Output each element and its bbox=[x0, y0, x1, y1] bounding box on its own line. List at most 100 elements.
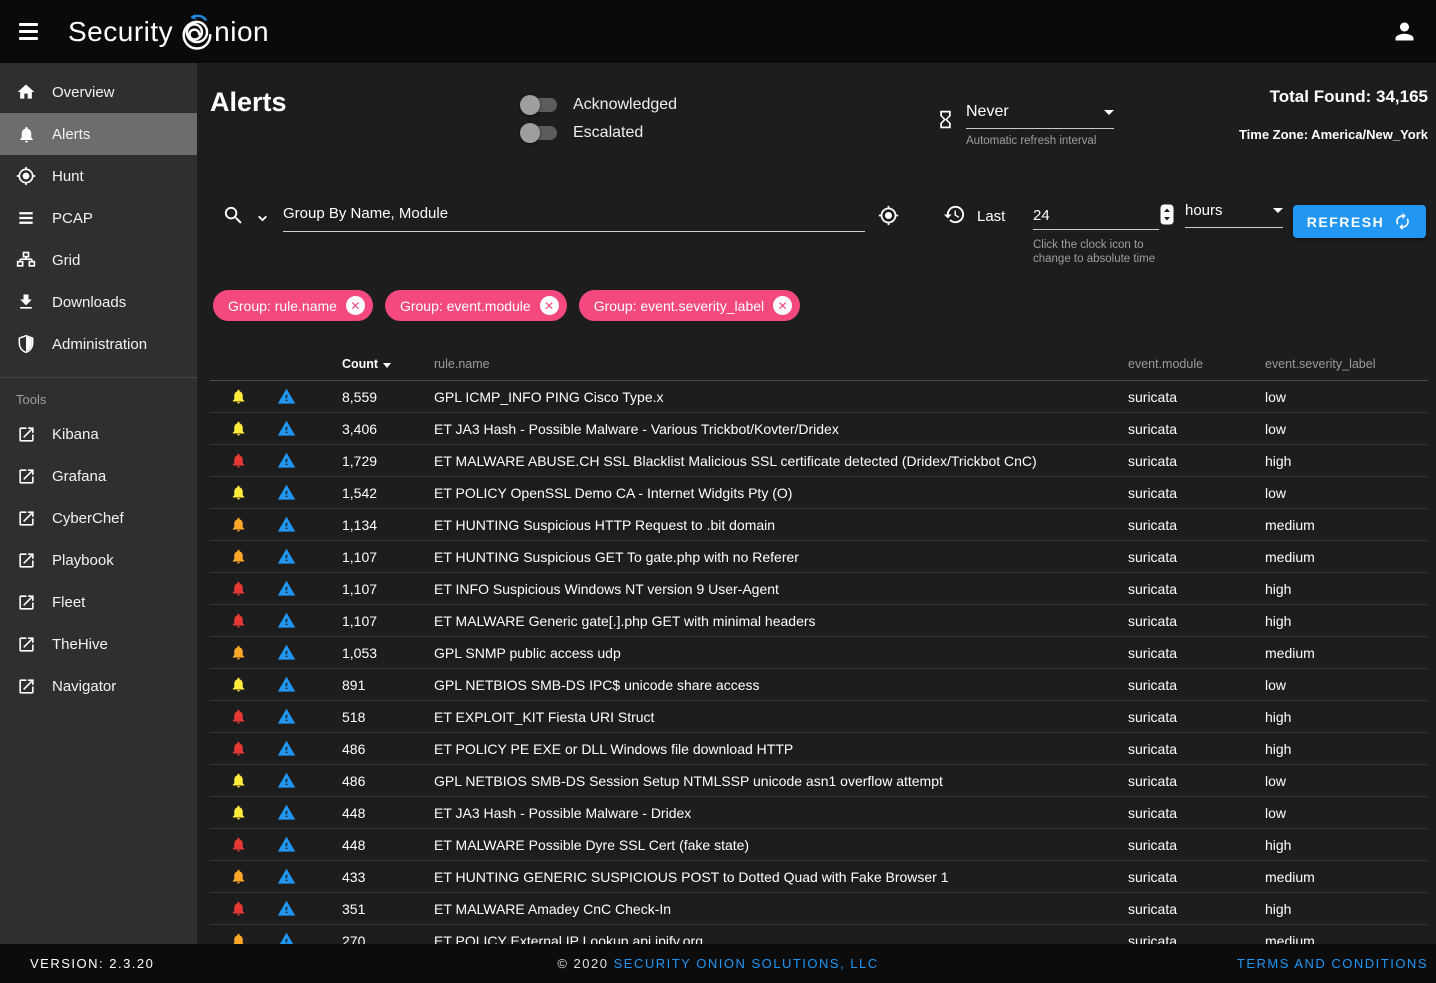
sidebar-item-grid[interactable]: Grid bbox=[0, 239, 197, 281]
download-icon bbox=[15, 291, 37, 313]
count-cell: 1,053 bbox=[306, 645, 406, 661]
table-row[interactable]: 1,134 ET HUNTING Suspicious HTTP Request… bbox=[210, 509, 1428, 541]
relative-time-history-icon[interactable] bbox=[943, 203, 966, 226]
rule-name-cell: ET POLICY External IP Lookup api.ipify.o… bbox=[406, 933, 1128, 945]
sidebar-item-overview[interactable]: Overview bbox=[0, 71, 197, 113]
rule-name-cell: ET MALWARE Generic gate[.].php GET with … bbox=[406, 613, 1128, 629]
table-row[interactable]: 1,107 ET MALWARE Generic gate[.].php GET… bbox=[210, 605, 1428, 637]
number-stepper-icon[interactable] bbox=[1160, 204, 1174, 225]
alert-bell-icon bbox=[230, 388, 247, 405]
severity-label-cell: low bbox=[1265, 485, 1428, 501]
warning-triangle-icon bbox=[277, 387, 296, 406]
table-row[interactable]: 448 ET JA3 Hash - Possible Malware - Dri… bbox=[210, 797, 1428, 829]
alert-bell-icon bbox=[230, 868, 247, 885]
alert-bell-icon bbox=[230, 708, 247, 725]
user-account-icon[interactable] bbox=[1380, 8, 1428, 56]
toggle-switch[interactable] bbox=[523, 98, 557, 112]
refresh-button[interactable]: REFRESH bbox=[1293, 205, 1426, 238]
sidebar-item-thehive[interactable]: TheHive bbox=[0, 623, 197, 665]
query-chevron-down-icon[interactable] bbox=[256, 212, 269, 225]
warning-triangle-icon bbox=[277, 835, 296, 854]
sidebar-item-downloads[interactable]: Downloads bbox=[0, 281, 197, 323]
table-row[interactable]: 1,107 ET INFO Suspicious Windows NT vers… bbox=[210, 573, 1428, 605]
sidebar-item-administration[interactable]: Administration bbox=[0, 323, 197, 365]
warning-triangle-icon bbox=[277, 771, 296, 790]
column-header-severity-label[interactable]: event.severity_label bbox=[1265, 357, 1428, 371]
query-target-icon[interactable] bbox=[878, 205, 899, 226]
onion-swirl-icon bbox=[180, 13, 213, 50]
rule-name-cell: ET HUNTING GENERIC SUSPICIOUS POST to Do… bbox=[406, 869, 1128, 885]
brand-text-left: Security bbox=[68, 16, 173, 48]
event-module-cell: suricata bbox=[1128, 677, 1265, 693]
query-input[interactable] bbox=[283, 202, 865, 232]
table-row[interactable]: 433 ET HUNTING GENERIC SUSPICIOUS POST t… bbox=[210, 861, 1428, 893]
sidebar-item-hunt[interactable]: Hunt bbox=[0, 155, 197, 197]
escalated-toggle[interactable]: Escalated bbox=[523, 119, 677, 147]
filter-chip-group-event-severity-label[interactable]: Group: event.severity_label ✕ bbox=[579, 290, 800, 321]
table-row[interactable]: 8,559 GPL ICMP_INFO PING Cisco Type.x su… bbox=[210, 381, 1428, 413]
severity-label-cell: low bbox=[1265, 421, 1428, 437]
sidebar-item-alerts[interactable]: Alerts bbox=[0, 113, 197, 155]
filter-chip-group-rule-name[interactable]: Group: rule.name ✕ bbox=[213, 290, 373, 321]
chip-close-icon[interactable]: ✕ bbox=[773, 296, 792, 315]
table-row[interactable]: 1,107 ET HUNTING Suspicious GET To gate.… bbox=[210, 541, 1428, 573]
app-logo: Security nion bbox=[68, 13, 269, 50]
chip-close-icon[interactable]: ✕ bbox=[346, 296, 365, 315]
table-row[interactable]: 486 GPL NETBIOS SMB-DS Session Setup NTM… bbox=[210, 765, 1428, 797]
column-header-count[interactable]: Count bbox=[306, 357, 406, 371]
event-module-cell: suricata bbox=[1128, 549, 1265, 565]
chip-close-icon[interactable]: ✕ bbox=[540, 296, 559, 315]
time-zone: Time Zone: America/New_York bbox=[1239, 127, 1428, 142]
search-icon[interactable] bbox=[222, 204, 245, 227]
column-header-event-module[interactable]: event.module bbox=[1128, 357, 1265, 371]
alert-bell-icon bbox=[230, 772, 247, 789]
warning-triangle-icon bbox=[277, 899, 296, 918]
sidebar-item-playbook[interactable]: Playbook bbox=[0, 539, 197, 581]
results-summary: Total Found: 34,165 Time Zone: America/N… bbox=[1239, 87, 1428, 142]
severity-label-cell: medium bbox=[1265, 869, 1428, 885]
table-row[interactable]: 351 ET MALWARE Amadey CnC Check-In suric… bbox=[210, 893, 1428, 925]
table-row[interactable]: 518 ET EXPLOIT_KIT Fiesta URI Struct sur… bbox=[210, 701, 1428, 733]
rule-name-cell: ET POLICY OpenSSL Demo CA - Internet Wid… bbox=[406, 485, 1128, 501]
severity-label-cell: medium bbox=[1265, 933, 1428, 945]
table-row[interactable]: 891 GPL NETBIOS SMB-DS IPC$ unicode shar… bbox=[210, 669, 1428, 701]
table-row[interactable]: 486 ET POLICY PE EXE or DLL Windows file… bbox=[210, 733, 1428, 765]
count-cell: 270 bbox=[306, 933, 406, 945]
toggle-group: Acknowledged Escalated bbox=[523, 91, 677, 147]
column-header-rule-name[interactable]: rule.name bbox=[406, 357, 1128, 371]
chevron-down-icon bbox=[1104, 110, 1114, 115]
menu-icon[interactable] bbox=[12, 12, 58, 52]
event-module-cell: suricata bbox=[1128, 485, 1265, 501]
table-row[interactable]: 1,542 ET POLICY OpenSSL Demo CA - Intern… bbox=[210, 477, 1428, 509]
time-range-value-input[interactable] bbox=[1033, 202, 1159, 230]
sidebar-item-navigator[interactable]: Navigator bbox=[0, 665, 197, 707]
time-unit-select[interactable]: hours bbox=[1185, 202, 1283, 228]
filter-chip-group-event-module[interactable]: Group: event.module ✕ bbox=[385, 290, 567, 321]
rule-name-cell: ET INFO Suspicious Windows NT version 9 … bbox=[406, 581, 1128, 597]
refresh-interval-select[interactable]: Never Automatic refresh interval bbox=[966, 103, 1114, 147]
sidebar-item-fleet[interactable]: Fleet bbox=[0, 581, 197, 623]
solutions-link[interactable]: SECURITY ONION SOLUTIONS, LLC bbox=[614, 956, 879, 971]
table-row[interactable]: 1,053 GPL SNMP public access udp suricat… bbox=[210, 637, 1428, 669]
main-content: Alerts Acknowledged Escalated Never Auto… bbox=[197, 63, 1436, 944]
warning-triangle-icon bbox=[277, 931, 296, 944]
alert-bell-icon bbox=[230, 516, 247, 533]
sidebar-item-cyberchef[interactable]: CyberChef bbox=[0, 497, 197, 539]
warning-triangle-icon bbox=[277, 579, 296, 598]
sidebar-item-grafana[interactable]: Grafana bbox=[0, 455, 197, 497]
table-row[interactable]: 448 ET MALWARE Possible Dyre SSL Cert (f… bbox=[210, 829, 1428, 861]
toggle-switch[interactable] bbox=[523, 126, 557, 140]
severity-label-cell: medium bbox=[1265, 645, 1428, 661]
alert-bell-icon bbox=[230, 484, 247, 501]
sidebar-item-kibana[interactable]: Kibana bbox=[0, 413, 197, 455]
sidebar-item-pcap[interactable]: PCAP bbox=[0, 197, 197, 239]
refresh-interval-caption: Automatic refresh interval bbox=[966, 135, 1114, 147]
severity-label-cell: low bbox=[1265, 389, 1428, 405]
acknowledged-toggle[interactable]: Acknowledged bbox=[523, 91, 677, 119]
table-row[interactable]: 270 ET POLICY External IP Lookup api.ipi… bbox=[210, 925, 1428, 944]
alert-bell-icon bbox=[230, 836, 247, 853]
table-row[interactable]: 1,729 ET MALWARE ABUSE.CH SSL Blacklist … bbox=[210, 445, 1428, 477]
event-module-cell: suricata bbox=[1128, 517, 1265, 533]
alert-bell-icon bbox=[230, 548, 247, 565]
table-row[interactable]: 3,406 ET JA3 Hash - Possible Malware - V… bbox=[210, 413, 1428, 445]
